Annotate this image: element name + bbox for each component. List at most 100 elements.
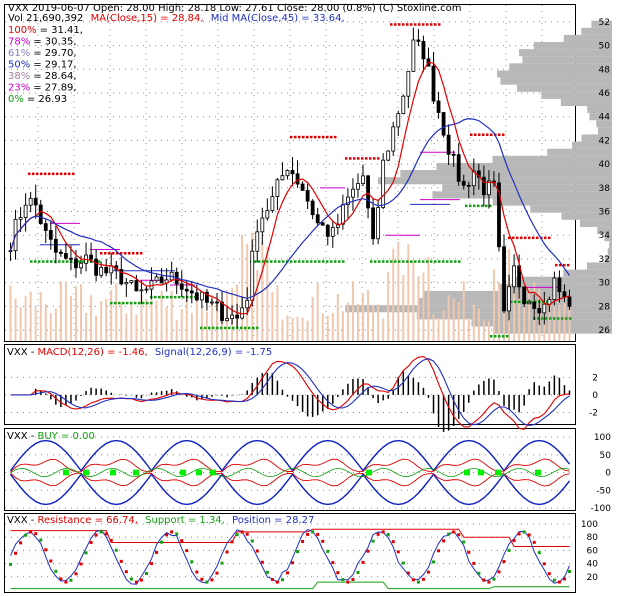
- buy-marker: [180, 469, 186, 476]
- position-marker: [84, 551, 88, 555]
- level-marker: [98, 260, 101, 263]
- candle-body: [215, 301, 219, 304]
- position-marker: [316, 532, 320, 536]
- level-marker: [334, 260, 337, 263]
- position-marker: [421, 577, 425, 581]
- candle-body: [69, 257, 73, 260]
- position-marker: [160, 540, 164, 544]
- res-tick-label: 80: [587, 533, 599, 543]
- level-marker: [174, 295, 177, 299]
- level-marker: [306, 135, 309, 139]
- level-marker: [244, 326, 247, 330]
- volume-bar: [513, 289, 516, 341]
- level-marker: [474, 133, 477, 136]
- fib-value: = 29.17,: [33, 60, 76, 71]
- level-marker: [62, 260, 65, 263]
- level-marker: [266, 260, 269, 263]
- position-marker: [482, 578, 486, 582]
- res-tick-label: 40: [587, 560, 599, 570]
- position-marker: [190, 560, 194, 564]
- buy-marker: [63, 469, 69, 476]
- candle-body: [210, 301, 214, 304]
- level-marker: [557, 317, 560, 320]
- candle-body: [406, 70, 411, 97]
- volume-profile-bar: [512, 276, 612, 284]
- level-marker: [118, 301, 121, 305]
- volume-profile-bar: [500, 77, 612, 85]
- position-marker: [175, 532, 179, 536]
- position-marker: [366, 549, 370, 553]
- candle-body: [376, 207, 381, 240]
- level-marker: [232, 326, 235, 330]
- volume-bar: [29, 291, 32, 341]
- position-marker: [250, 539, 254, 543]
- volume-bar: [110, 290, 113, 341]
- position-marker: [150, 562, 154, 566]
- level-marker: [498, 133, 501, 136]
- volume-bar: [553, 307, 556, 341]
- level-marker: [254, 260, 257, 263]
- candle-body: [542, 303, 547, 314]
- candle-body: [401, 95, 406, 114]
- volume-bar: [497, 282, 500, 341]
- level-marker: [212, 326, 215, 330]
- position-marker: [532, 540, 536, 544]
- level-marker: [541, 317, 544, 320]
- candle-body: [366, 175, 370, 209]
- level-marker: [78, 260, 81, 263]
- level-marker: [112, 252, 115, 255]
- level-marker: [122, 301, 125, 305]
- level-marker: [306, 260, 309, 263]
- level-marker: [60, 172, 63, 176]
- volume-bar: [271, 292, 274, 341]
- candle-body: [371, 207, 375, 240]
- level-marker: [422, 260, 425, 263]
- level-marker: [374, 260, 377, 263]
- level-marker: [561, 317, 564, 320]
- price-tick-label: 32: [599, 255, 610, 265]
- position-marker: [426, 570, 430, 574]
- position-marker: [507, 548, 511, 552]
- candle-body: [194, 292, 199, 301]
- position-marker: [114, 548, 118, 552]
- level-marker: [46, 260, 49, 263]
- level-marker: [512, 236, 515, 240]
- level-marker: [520, 236, 523, 240]
- candle-body: [552, 277, 557, 301]
- volume-bar: [24, 296, 27, 341]
- candle-body: [310, 200, 315, 216]
- position-marker: [512, 539, 516, 543]
- price-tick-label: 26: [599, 326, 611, 336]
- candle-body: [315, 214, 320, 224]
- level-marker: [330, 135, 333, 139]
- level-marker: [349, 157, 352, 160]
- level-marker: [532, 236, 535, 240]
- buy-marker: [196, 469, 202, 476]
- candle-body: [74, 258, 78, 269]
- level-marker: [216, 326, 219, 330]
- level-marker: [482, 133, 485, 136]
- position-marker: [129, 577, 133, 581]
- position-marker: [275, 580, 279, 584]
- volume-bar: [362, 294, 365, 341]
- volume-bar: [175, 319, 178, 341]
- volume-bar: [291, 317, 294, 341]
- level-marker: [377, 157, 380, 160]
- level-marker: [294, 260, 297, 263]
- volume-profile-bar: [422, 290, 612, 299]
- level-marker: [398, 23, 401, 26]
- level-marker: [434, 23, 437, 26]
- candle-body: [58, 251, 63, 254]
- level-marker: [224, 326, 227, 330]
- level-marker: [132, 252, 135, 255]
- volume-profile-bar: [509, 63, 612, 71]
- volume-profile-bar: [597, 127, 612, 135]
- level-marker: [434, 260, 437, 263]
- level-marker: [458, 260, 461, 263]
- res-tick-label: 60: [587, 546, 599, 556]
- candle-body: [38, 204, 43, 225]
- fib-legend: 100% = 31.41,78% = 30.35,61% = 29.70,50% = 2…: [8, 25, 83, 105]
- position-marker: [280, 578, 284, 582]
- fib-pct: 23%: [8, 83, 30, 94]
- volume-bar: [367, 290, 370, 341]
